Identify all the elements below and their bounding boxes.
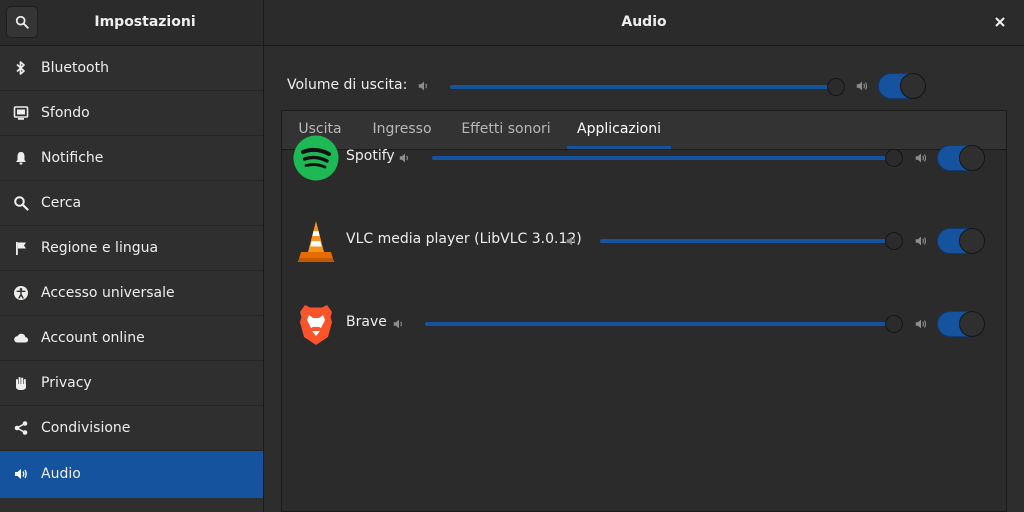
sidebar-item-accessibility[interactable]: Accesso universale xyxy=(0,271,263,316)
sidebar-item-label: Sfondo xyxy=(41,105,90,121)
flag-icon xyxy=(11,238,31,258)
audio-page: Volume di uscita: Uscita Ingresso Effett… xyxy=(264,46,1024,512)
switch-knob xyxy=(959,228,985,254)
app-name: Brave xyxy=(346,314,387,330)
speaker-low-icon xyxy=(399,153,408,163)
accessibility-icon xyxy=(11,283,31,303)
spotify-mute-switch[interactable] xyxy=(937,145,985,171)
app-row-spotify: Spotify xyxy=(282,133,1006,183)
bell-icon xyxy=(11,148,31,168)
header-left: Impostazioni xyxy=(0,0,264,45)
vlc-volume-slider[interactable] xyxy=(600,239,896,243)
sidebar-item-label: Accesso universale xyxy=(41,285,175,301)
close-button[interactable] xyxy=(990,12,1010,32)
output-volume-row: Volume di uscita: xyxy=(264,70,1024,102)
speaker-high-icon xyxy=(915,153,927,163)
sidebar-item-region-language[interactable]: Regione e lingua xyxy=(0,226,263,271)
sidebar-item-label: Audio xyxy=(41,466,81,482)
vlc-volume-handle[interactable] xyxy=(885,232,903,250)
sidebar-item-label: Privacy xyxy=(41,375,92,391)
output-volume-slider[interactable] xyxy=(450,85,838,89)
settings-window: Impostazioni Audio Bluetooth Sfondo Noti… xyxy=(0,0,1024,512)
bluetooth-icon xyxy=(11,58,31,78)
cloud-icon xyxy=(11,328,31,348)
sidebar: Bluetooth Sfondo Notifiche Cerca Regione xyxy=(0,46,264,512)
sidebar-item-notifications[interactable]: Notifiche xyxy=(0,136,263,181)
vlc-volume-fill xyxy=(600,239,896,243)
vlc-icon xyxy=(298,221,334,262)
sidebar-item-label: Regione e lingua xyxy=(41,240,159,256)
settings-title: Impostazioni xyxy=(94,14,196,30)
brave-volume-slider[interactable] xyxy=(425,322,896,326)
sidebar-item-privacy[interactable]: Privacy xyxy=(0,361,263,406)
speaker-high-icon xyxy=(915,236,927,246)
output-volume-fill xyxy=(450,85,838,89)
sidebar-item-bluetooth[interactable]: Bluetooth xyxy=(0,46,263,91)
sidebar-item-label: Condivisione xyxy=(41,420,131,436)
close-icon xyxy=(995,17,1005,27)
page-title: Audio xyxy=(621,14,667,30)
output-mute-switch[interactable] xyxy=(878,73,926,99)
audio-panel: Uscita Ingresso Effetti sonori Applicazi… xyxy=(281,110,1007,512)
speaker-low-icon xyxy=(566,236,575,246)
sidebar-item-label: Notifiche xyxy=(41,150,104,166)
header-bar: Impostazioni Audio xyxy=(0,0,1024,46)
sidebar-item-search[interactable]: Cerca xyxy=(0,181,263,226)
speaker-high-icon xyxy=(856,81,868,91)
sidebar-item-audio[interactable]: Audio xyxy=(0,451,263,498)
brave-icon xyxy=(300,305,332,345)
sidebar-item-background[interactable]: Sfondo xyxy=(0,91,263,136)
search-button[interactable] xyxy=(6,6,38,38)
switch-knob xyxy=(959,145,985,171)
sidebar-item-sharing[interactable]: Condivisione xyxy=(0,406,263,451)
brave-volume-fill xyxy=(425,322,896,326)
output-volume-handle[interactable] xyxy=(827,78,845,96)
spotify-volume-fill xyxy=(432,156,896,160)
share-icon xyxy=(11,418,31,438)
switch-knob xyxy=(959,311,985,337)
brave-volume-handle[interactable] xyxy=(885,315,903,333)
app-name: VLC media player (LibVLC 3.0.12) xyxy=(346,231,582,247)
search-icon xyxy=(11,193,31,213)
speaker-high-icon xyxy=(915,319,927,329)
search-icon xyxy=(15,15,29,29)
sidebar-item-online-accounts[interactable]: Account online xyxy=(0,316,263,361)
switch-knob xyxy=(900,73,926,99)
spotify-volume-slider[interactable] xyxy=(432,156,896,160)
spotify-volume-handle[interactable] xyxy=(885,149,903,167)
speaker-low-icon xyxy=(418,81,427,91)
sidebar-item-label: Cerca xyxy=(41,195,82,211)
sidebar-item-label: Account online xyxy=(41,330,145,346)
vlc-mute-switch[interactable] xyxy=(937,228,985,254)
brave-mute-switch[interactable] xyxy=(937,311,985,337)
speaker-icon xyxy=(11,464,31,484)
background-icon xyxy=(11,103,31,123)
sidebar-item-label: Bluetooth xyxy=(41,60,109,76)
app-name: Spotify xyxy=(346,148,395,164)
spotify-icon xyxy=(293,135,339,181)
speaker-low-icon xyxy=(393,319,402,329)
app-row-vlc: VLC media player (LibVLC 3.0.12) xyxy=(282,216,1006,266)
app-row-brave: Brave xyxy=(282,299,1006,349)
hand-icon xyxy=(11,373,31,393)
output-volume-label: Volume di uscita: xyxy=(287,77,408,93)
